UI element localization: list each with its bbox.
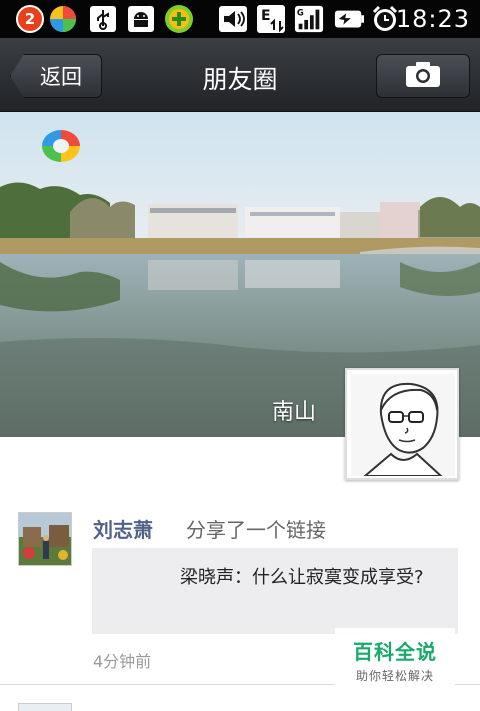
user-name[interactable]: 刘志萧 bbox=[93, 514, 153, 543]
profile-avatar[interactable] bbox=[345, 368, 459, 480]
svg-text:G: G bbox=[297, 7, 304, 17]
share-action-text: 分享了一个链接 bbox=[186, 518, 326, 542]
volume-icon bbox=[218, 4, 248, 34]
data-e-icon: E bbox=[256, 4, 286, 34]
usb-icon bbox=[88, 4, 118, 34]
cover-owner-name: 南山 bbox=[272, 400, 317, 425]
clock-time: 18:23 bbox=[395, 5, 470, 33]
shared-link-title: 梁晓声：什么让寂寞变成享受? bbox=[180, 567, 424, 588]
watermark-sub-text: 助你轻松解决 bbox=[355, 669, 434, 683]
svg-text:E: E bbox=[261, 8, 271, 24]
notification-badge[interactable]: 2 bbox=[16, 5, 44, 33]
watermark: 百科全说 助你轻松解决 bbox=[335, 628, 455, 690]
watermark-main-text: 百科全说 bbox=[353, 640, 437, 664]
post-timestamp: 4分钟前 bbox=[93, 652, 152, 671]
battery-charging-icon bbox=[334, 4, 364, 34]
user-avatar[interactable] bbox=[18, 512, 72, 566]
camera-button[interactable] bbox=[376, 54, 470, 98]
security-plus-icon bbox=[164, 4, 194, 34]
signal-icon: G bbox=[294, 4, 324, 34]
status-bar: 2 E G 18:23 bbox=[0, 0, 480, 38]
app-store-icon[interactable] bbox=[48, 4, 78, 34]
shared-link-card[interactable]: 梁晓声：什么让寂寞变成享受? bbox=[92, 548, 458, 634]
app-logo-icon bbox=[42, 130, 80, 162]
next-feed-avatar[interactable] bbox=[18, 703, 72, 711]
camera-icon bbox=[404, 59, 442, 93]
android-debug-icon bbox=[126, 4, 156, 34]
title-bar: 返回 朋友圈 bbox=[0, 38, 480, 112]
